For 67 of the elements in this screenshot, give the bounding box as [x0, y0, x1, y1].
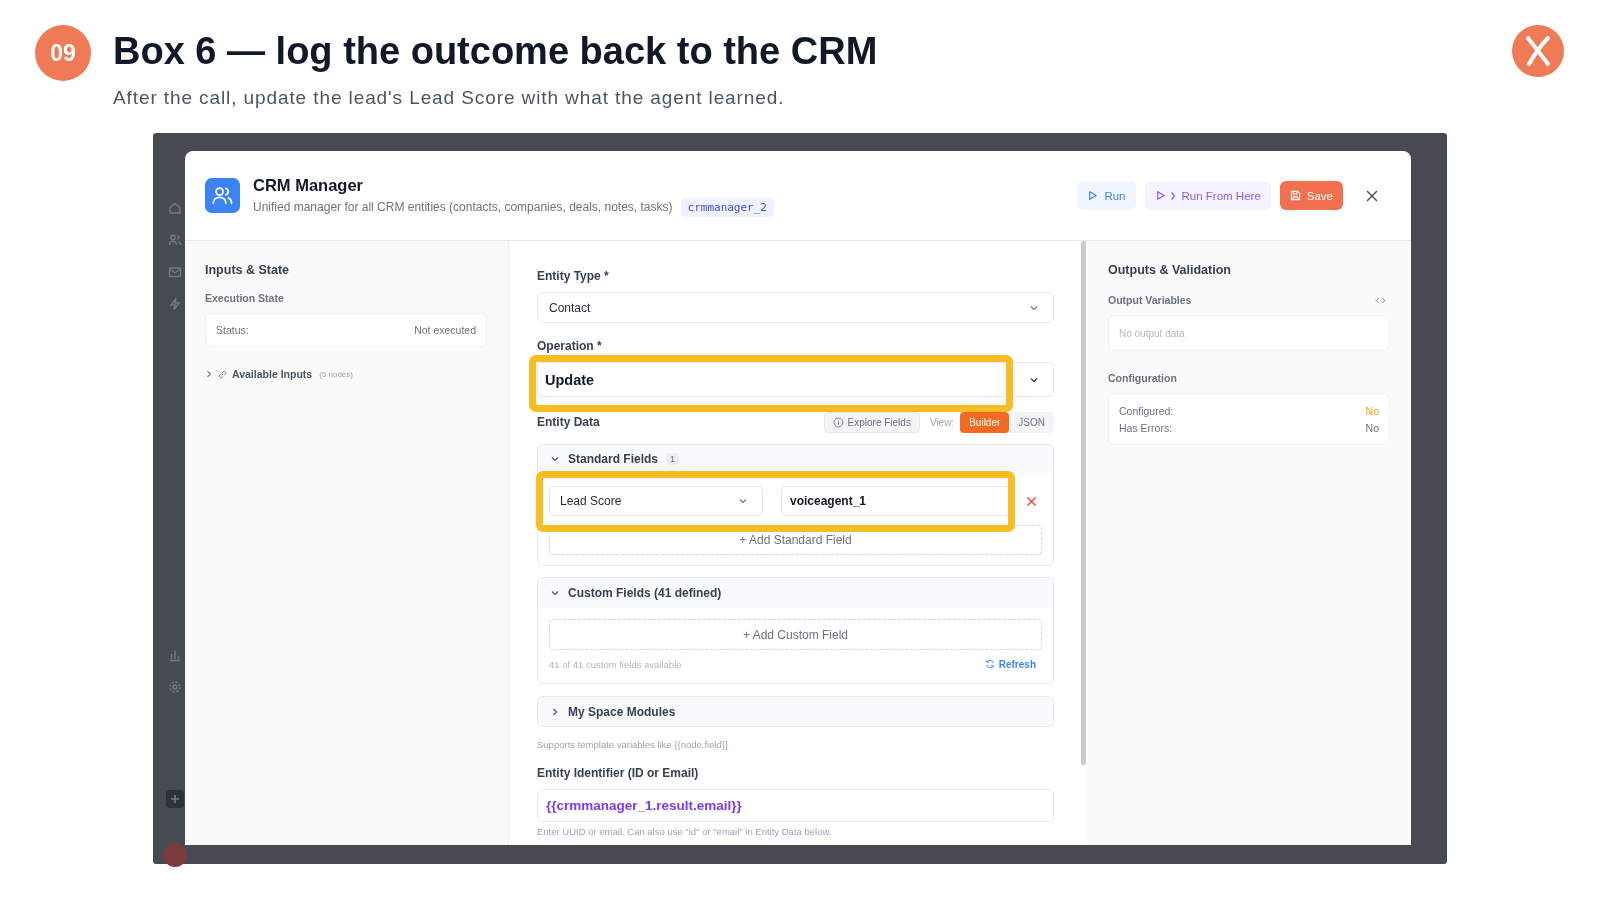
close-icon — [1366, 189, 1378, 202]
chevron-down-icon — [738, 496, 748, 506]
count-badge: 1 — [666, 453, 680, 465]
hint-text: Supports template variables like {{node.field}} — [537, 738, 730, 751]
refresh-link[interactable]: Refresh — [984, 658, 1036, 670]
empty-output-text: No output data — [1119, 327, 1185, 339]
check-label: Has Errors: — [1119, 421, 1173, 434]
avatar-icon[interactable] — [163, 843, 187, 867]
entity-identifier-input[interactable]: {{crmmanager_1.result.email}} — [537, 789, 1054, 822]
value-input[interactable]: voiceagent_1 — [781, 486, 1011, 516]
remove-icon[interactable] — [1026, 495, 1037, 507]
run-from-here-button[interactable]: Run From Here — [1144, 181, 1271, 210]
slide-subtitle: After the call, update the lead's Lead Score with what the agent learned. — [113, 87, 786, 109]
check-label: Configured: — [1119, 404, 1174, 417]
node-count-label: (5 nodes) — [319, 369, 353, 379]
refresh-icon — [984, 659, 995, 669]
link-icon — [217, 368, 228, 380]
entity-type-select[interactable]: Contact — [537, 292, 1054, 323]
slide-title: Box 6 — log the outcome back to the CRM — [113, 29, 879, 74]
bar-chart-icon[interactable] — [168, 648, 182, 662]
section-header[interactable]: My Space Modules — [538, 697, 1053, 726]
mail-icon[interactable] — [168, 265, 182, 279]
panel-title: Outputs & Validation — [1108, 262, 1232, 278]
status-label: Status: — [216, 324, 249, 336]
node-id-tag: crmmanager_2 — [680, 197, 774, 217]
section-label: Configuration — [1108, 371, 1178, 385]
info-icon — [832, 417, 844, 428]
logo-icon — [1512, 25, 1564, 77]
users-icon — [205, 178, 240, 213]
add-field-button[interactable]: + Add Custom Field — [549, 619, 1042, 650]
play-icon — [1154, 190, 1166, 201]
dialog-title: CRM Manager — [253, 174, 364, 195]
field-label: Entity Data — [537, 415, 600, 430]
fields-count-text: 41 of 41 custom fields available — [549, 658, 682, 670]
save-icon — [1289, 190, 1301, 201]
panel-title: Inputs & State — [205, 262, 291, 278]
help-text: Enter UUID or email. Can also use "id" or "email" in Entity Data below. — [537, 825, 833, 838]
explore-fields-button[interactable]: Explore Fields — [823, 412, 920, 433]
view-label: View: — [929, 417, 955, 428]
view-toggle[interactable]: Builder — [960, 412, 1010, 433]
lightning-icon[interactable] — [168, 297, 182, 311]
chevron-right-icon — [1169, 190, 1176, 201]
available-inputs-toggle[interactable]: Available Inputs (5 nodes) — [205, 367, 353, 381]
operation-select[interactable]: Update — [537, 362, 1054, 397]
field-label: Entity Identifier (ID or Email) — [537, 766, 700, 781]
check-value: No — [1365, 421, 1379, 434]
view-toggle[interactable]: JSON — [1009, 412, 1054, 433]
code-icon[interactable] — [1375, 296, 1386, 304]
users-icon[interactable] — [168, 233, 182, 247]
home-icon[interactable] — [168, 201, 182, 215]
scrollbar[interactable] — [1081, 241, 1086, 765]
field-select[interactable]: Lead Score — [549, 486, 763, 516]
status-value: Not executed — [414, 324, 476, 336]
run-button[interactable]: Run — [1077, 181, 1136, 210]
section-header[interactable]: Standard Fields 1 — [538, 445, 1053, 473]
dialog-description: Unified manager for all CRM entities (contacts, companies, deals, notes, tasks) — [253, 200, 673, 214]
save-button[interactable]: Save — [1279, 181, 1343, 210]
section-label: Output Variables — [1108, 293, 1192, 307]
field-label: Operation * — [537, 339, 603, 354]
plus-tile-icon[interactable] — [166, 790, 184, 808]
play-icon — [1087, 190, 1099, 201]
step-badge: 09 — [35, 25, 91, 81]
field-label: Entity Type * — [537, 269, 610, 284]
section-label: Execution State — [205, 291, 285, 305]
settings-icon[interactable] — [168, 680, 182, 694]
section-header[interactable]: Custom Fields (41 defined) — [538, 578, 1053, 608]
check-value: No — [1365, 404, 1379, 417]
